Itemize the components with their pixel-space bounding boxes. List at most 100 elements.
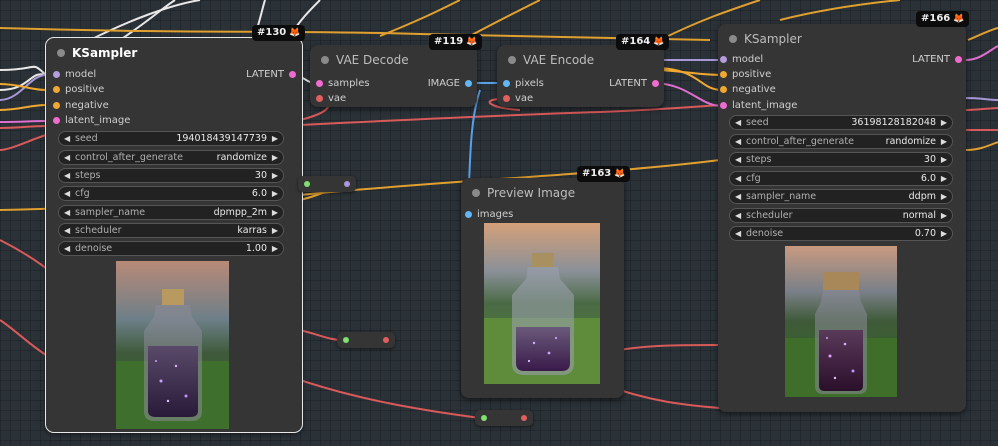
reroute-in-icon[interactable] <box>304 181 310 187</box>
node-title-text: VAE Encode <box>523 53 595 67</box>
reroute-out-icon[interactable] <box>383 337 389 343</box>
arrow-left-icon[interactable]: ◀ <box>64 206 70 219</box>
arrow-right-icon[interactable]: ▶ <box>941 227 947 240</box>
slot-label: samples <box>328 78 370 89</box>
slot-label: latent_image <box>732 100 798 111</box>
input-vae[interactable]: vae <box>316 92 346 106</box>
slot-dot-icon <box>503 95 510 102</box>
arrow-left-icon[interactable]: ◀ <box>64 187 70 200</box>
reroute-out-icon[interactable] <box>344 181 350 187</box>
reroute-out-icon[interactable] <box>521 415 527 421</box>
ksampler-node-130[interactable]: KSampler #130 🦊 model positive negative l… <box>45 25 306 433</box>
widget-value: ddpm <box>908 191 936 202</box>
arrow-right-icon[interactable]: ▶ <box>272 242 278 255</box>
input-positive[interactable]: positive <box>720 68 771 82</box>
preview-image-thumbnail[interactable] <box>484 223 600 384</box>
arrow-left-icon[interactable]: ◀ <box>735 135 741 148</box>
node-title[interactable]: KSampler <box>718 24 966 54</box>
widget-scheduler[interactable]: ◀ scheduler karras ▶ <box>58 223 284 238</box>
widget-control-after-generate[interactable]: ◀ control_after_generate randomize ▶ <box>58 150 284 165</box>
widget-denoise[interactable]: ◀ denoise 1.00 ▶ <box>58 241 284 256</box>
input-images[interactable]: images <box>465 208 513 222</box>
arrow-right-icon[interactable]: ▶ <box>272 169 278 182</box>
input-negative[interactable]: negative <box>53 99 109 113</box>
arrow-left-icon[interactable]: ◀ <box>64 132 70 145</box>
arrow-right-icon[interactable]: ▶ <box>941 190 947 203</box>
output-image[interactable]: IMAGE <box>428 77 472 91</box>
bottle-image <box>484 223 600 384</box>
collapse-dot-icon[interactable] <box>321 56 329 64</box>
input-negative[interactable]: negative <box>720 83 776 97</box>
node-title[interactable]: Preview Image <box>461 178 624 208</box>
arrow-left-icon[interactable]: ◀ <box>735 190 741 203</box>
badge-text: #130 <box>257 27 287 38</box>
input-vae[interactable]: vae <box>503 92 533 106</box>
reroute-node[interactable] <box>475 410 533 426</box>
vae-decode-node-119[interactable]: VAE Decode #119 🦊 samples vae IMAGE <box>310 34 483 107</box>
input-model[interactable]: model <box>720 53 763 67</box>
arrow-right-icon[interactable]: ▶ <box>941 153 947 166</box>
arrow-left-icon[interactable]: ◀ <box>735 172 741 185</box>
arrow-left-icon[interactable]: ◀ <box>735 153 741 166</box>
arrow-right-icon[interactable]: ▶ <box>272 132 278 145</box>
arrow-left-icon[interactable]: ◀ <box>64 169 70 182</box>
output-image-thumbnail[interactable] <box>116 261 229 429</box>
widget-denoise[interactable]: ◀ denoise 0.70 ▶ <box>729 226 953 241</box>
widget-sampler-name[interactable]: ◀ sampler_name ddpm ▶ <box>729 189 953 204</box>
output-image-thumbnail[interactable] <box>785 246 897 397</box>
preview-image-node-163[interactable]: Preview Image #163 🦊 images <box>461 166 631 398</box>
collapse-dot-icon[interactable] <box>472 189 480 197</box>
ksampler-node-166[interactable]: KSampler #166 🦊 model positive negative l… <box>718 11 970 412</box>
widget-value: 194018439147739 <box>176 133 267 144</box>
collapse-dot-icon[interactable] <box>508 56 516 64</box>
vae-encode-node-164[interactable]: VAE Encode #164 🦊 pixels vae LATENT <box>497 34 670 107</box>
arrow-right-icon[interactable]: ▶ <box>941 209 947 222</box>
arrow-right-icon[interactable]: ▶ <box>272 224 278 237</box>
arrow-left-icon[interactable]: ◀ <box>64 151 70 164</box>
input-latent-image[interactable]: latent_image <box>720 99 797 113</box>
input-latent-image[interactable]: latent_image <box>53 114 130 128</box>
arrow-left-icon[interactable]: ◀ <box>735 209 741 222</box>
output-latent[interactable]: LATENT <box>912 53 962 67</box>
reroute-node[interactable] <box>298 176 356 192</box>
reroute-node[interactable] <box>337 332 395 348</box>
slot-label: LATENT <box>246 69 284 80</box>
arrow-left-icon[interactable]: ◀ <box>735 227 741 240</box>
arrow-right-icon[interactable]: ▶ <box>941 116 947 129</box>
slot-dot-icon <box>53 71 60 78</box>
widget-scheduler[interactable]: ◀ scheduler normal ▶ <box>729 208 953 223</box>
node-id-badge: #164 🦊 <box>616 34 670 50</box>
node-title[interactable]: KSampler <box>46 38 302 68</box>
output-latent[interactable]: LATENT <box>246 68 296 82</box>
collapse-dot-icon[interactable] <box>729 35 737 43</box>
input-pixels[interactable]: pixels <box>503 77 544 91</box>
arrow-right-icon[interactable]: ▶ <box>272 206 278 219</box>
arrow-right-icon[interactable]: ▶ <box>272 151 278 164</box>
arrow-right-icon[interactable]: ▶ <box>941 135 947 148</box>
input-samples[interactable]: samples <box>316 77 370 91</box>
widget-control-after-generate[interactable]: ◀ control_after_generate randomize ▶ <box>729 134 953 149</box>
arrow-right-icon[interactable]: ▶ <box>941 172 947 185</box>
input-positive[interactable]: positive <box>53 83 104 97</box>
widget-value: randomize <box>216 152 267 163</box>
badge-text: #166 <box>921 13 951 24</box>
reroute-in-icon[interactable] <box>481 415 487 421</box>
widget-cfg[interactable]: ◀ cfg 6.0 ▶ <box>729 171 953 186</box>
reroute-in-icon[interactable] <box>343 337 349 343</box>
arrow-right-icon[interactable]: ▶ <box>272 187 278 200</box>
widget-steps[interactable]: ◀ steps 30 ▶ <box>58 168 284 183</box>
widget-sampler-name[interactable]: ◀ sampler_name dpmpp_2m ▶ <box>58 205 284 220</box>
widget-name: cfg <box>746 173 761 184</box>
widget-name: cfg <box>75 188 90 199</box>
output-latent[interactable]: LATENT <box>609 77 659 91</box>
widget-seed[interactable]: ◀ seed 194018439147739 ▶ <box>58 131 284 146</box>
collapse-dot-icon[interactable] <box>57 49 65 57</box>
widget-name: steps <box>746 154 772 165</box>
widget-seed[interactable]: ◀ seed 36198128182048 ▶ <box>729 115 953 130</box>
input-model[interactable]: model <box>53 68 96 82</box>
arrow-left-icon[interactable]: ◀ <box>735 116 741 129</box>
arrow-left-icon[interactable]: ◀ <box>64 242 70 255</box>
widget-steps[interactable]: ◀ steps 30 ▶ <box>729 152 953 167</box>
widget-cfg[interactable]: ◀ cfg 6.0 ▶ <box>58 186 284 201</box>
arrow-left-icon[interactable]: ◀ <box>64 224 70 237</box>
